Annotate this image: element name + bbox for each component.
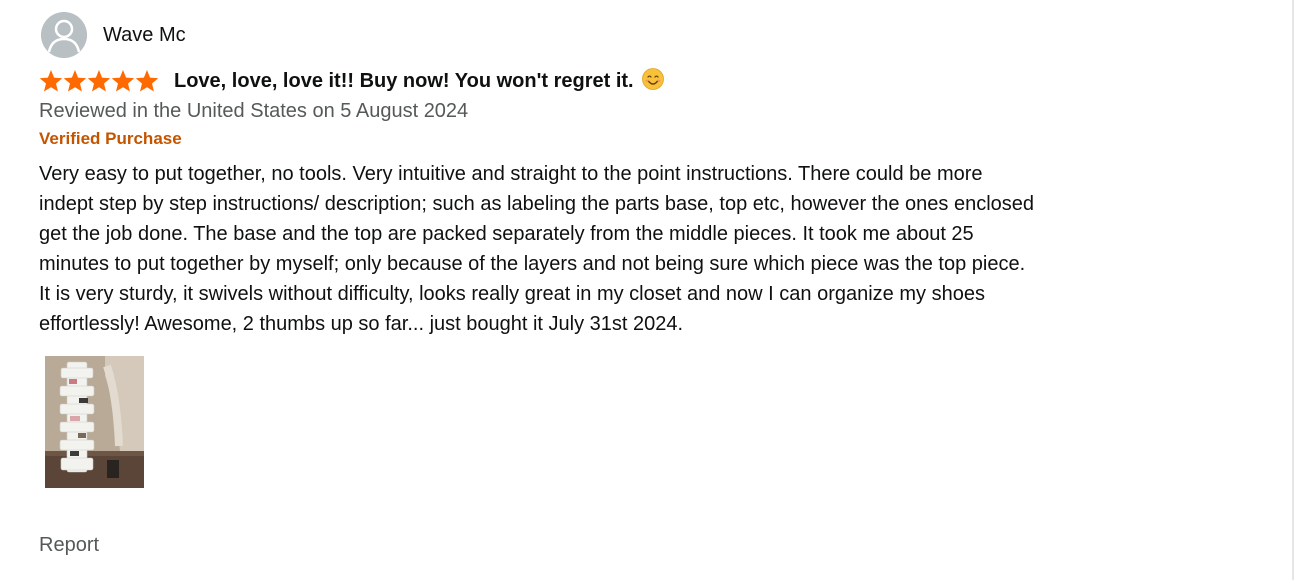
star-rating[interactable] (39, 69, 159, 93)
star-icon (39, 70, 63, 92)
review-photo-thumbnail[interactable] (45, 356, 144, 488)
avatar (41, 12, 87, 58)
customer-review: Wave Mc Love, love, love it!! Buy now! Y… (39, 10, 1049, 488)
user-silhouette-icon (41, 12, 87, 58)
star-icon (135, 70, 159, 92)
review-title-row: Love, love, love it!! Buy now! You won't… (39, 67, 1049, 95)
review-date: Reviewed in the United States on 5 Augus… (39, 100, 469, 122)
review-body: Very easy to put together, no tools. Ver… (39, 163, 1035, 335)
star-icon (63, 70, 87, 92)
smiling-face-emoji-icon (641, 67, 664, 95)
report-link[interactable]: Report (39, 534, 99, 557)
review-title[interactable]: Love, love, love it!! Buy now! You won't… (174, 70, 634, 93)
reviewer-name[interactable]: Wave Mc (103, 24, 186, 47)
star-icon (87, 70, 111, 92)
star-icon (111, 70, 135, 92)
verified-purchase-badge[interactable]: Verified Purchase (39, 127, 1049, 151)
reviewer-profile[interactable]: Wave Mc (41, 10, 1049, 60)
